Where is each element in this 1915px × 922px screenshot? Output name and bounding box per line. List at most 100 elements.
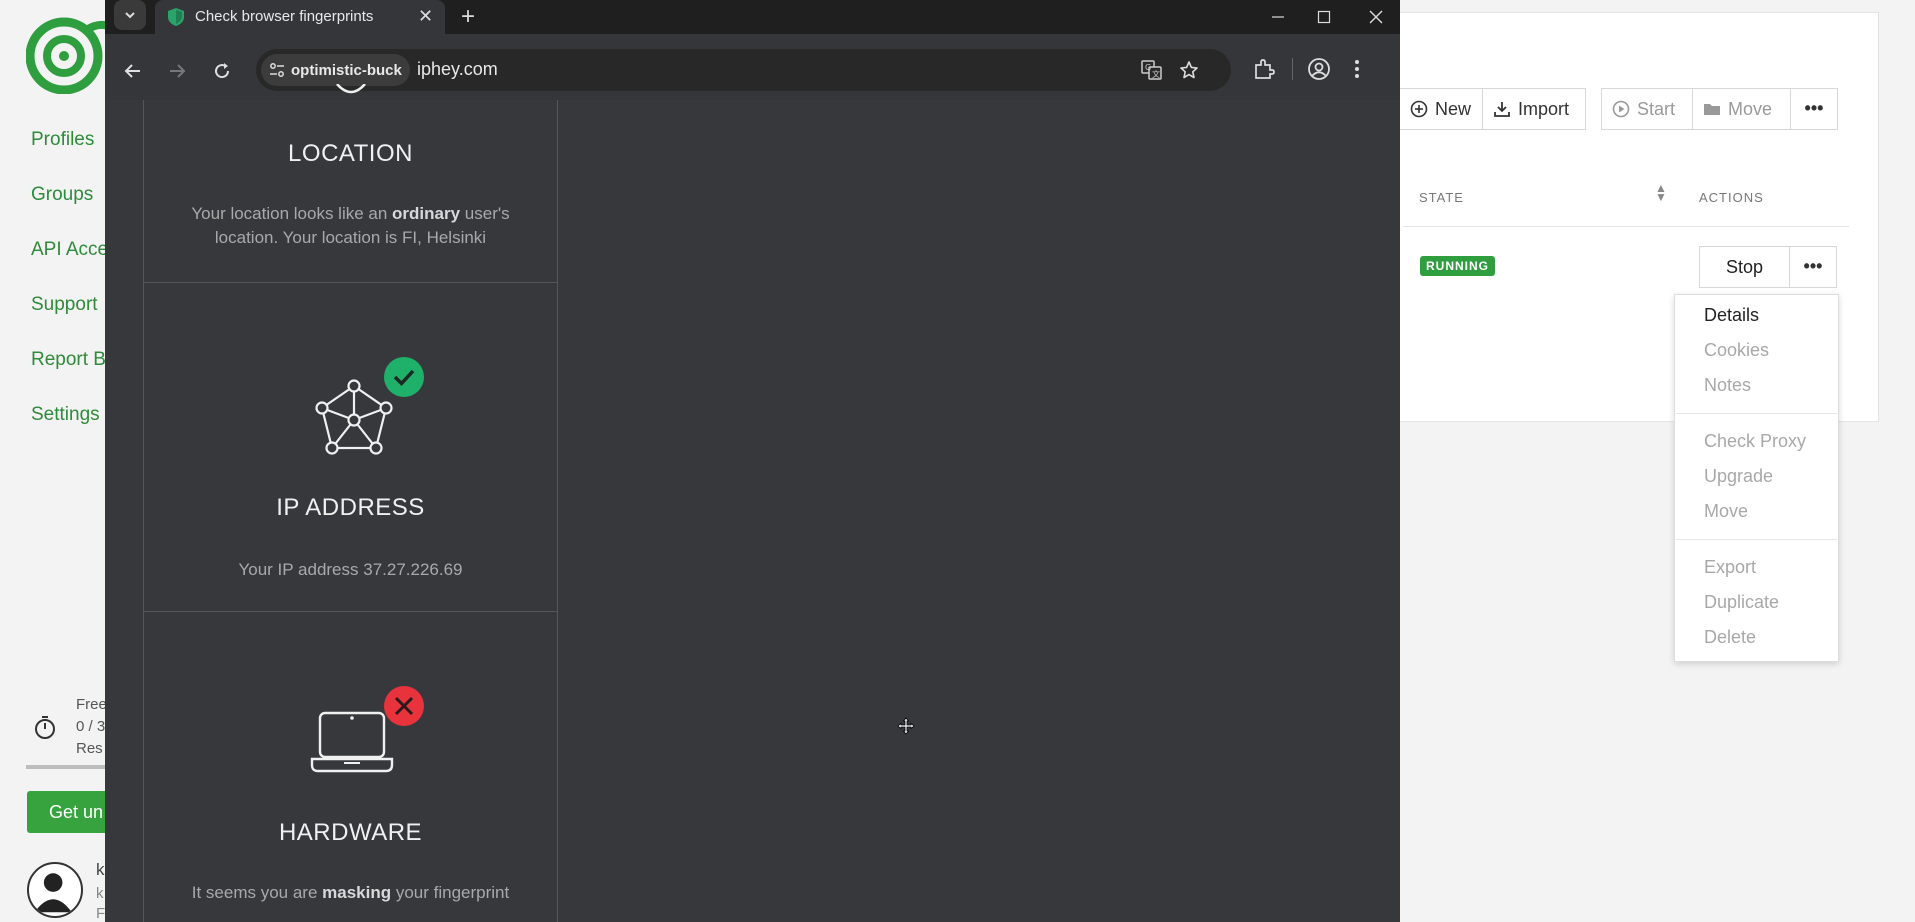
close-window-button[interactable] xyxy=(1353,0,1399,34)
fingerprint-cards: LOCATION Your location looks like an ord… xyxy=(143,84,558,922)
error-icon xyxy=(384,686,424,726)
menu-item-duplicate[interactable]: Duplicate xyxy=(1704,592,1779,613)
user-email: k xyxy=(96,885,104,902)
sidebar-item-support[interactable]: Support xyxy=(31,291,108,346)
quota-plan: Free xyxy=(76,696,107,713)
back-icon xyxy=(124,64,140,78)
sidebar-item-groups[interactable]: Groups xyxy=(31,181,108,236)
location-icon xyxy=(336,84,366,94)
extensions-icon[interactable] xyxy=(1253,58,1275,80)
site-info-chip[interactable]: optimistic-buck xyxy=(261,54,410,86)
check-icon xyxy=(384,357,424,397)
stopwatch-icon xyxy=(35,716,55,739)
ip-address-card: IP ADDRESS Your IP address 37.27.226.69 xyxy=(144,282,557,612)
menu-item-upgrade[interactable]: Upgrade xyxy=(1704,466,1773,487)
avatar[interactable] xyxy=(27,862,83,918)
title-bar: Check browser fingerprints ✕ + xyxy=(105,0,1400,34)
table-header-divider xyxy=(1403,226,1849,227)
location-description: Your location looks like an ordinary use… xyxy=(164,202,537,250)
tab-title: Check browser fingerprints xyxy=(195,8,374,25)
sidebar-item-api-access[interactable]: API Acce xyxy=(31,236,108,291)
toolbar-more-button[interactable]: ••• xyxy=(1790,88,1838,130)
location-desc-pre: Your location looks like an xyxy=(191,204,393,223)
sort-icon[interactable]: ▲ ▼ xyxy=(1655,182,1667,203)
site-chip-label: optimistic-buck xyxy=(291,61,402,79)
menu-icon[interactable] xyxy=(1353,58,1361,80)
start-button[interactable]: Start xyxy=(1601,88,1693,130)
menu-item-notes[interactable]: Notes xyxy=(1704,375,1751,396)
forward-icon xyxy=(170,64,186,78)
hardware-desc-pre: It seems you are xyxy=(191,883,323,902)
sidebar-item-profiles[interactable]: Profiles xyxy=(31,126,108,181)
quota-text: Free 0 / 3 Res xyxy=(76,694,107,760)
sidebar-nav: Profiles Groups API Acce Support Report … xyxy=(31,126,108,456)
new-label: New xyxy=(1435,98,1472,119)
maximize-button[interactable] xyxy=(1301,0,1347,34)
menu-item-details[interactable]: Details xyxy=(1704,305,1759,326)
move-button[interactable]: Move xyxy=(1692,88,1791,130)
tab-search-button[interactable] xyxy=(114,0,146,30)
maximize-icon xyxy=(1317,10,1331,24)
toolbar-divider xyxy=(1292,58,1293,80)
ip-address-title: IP ADDRESS xyxy=(276,494,425,521)
browser-window: Check browser fingerprints ✕ + optimisti… xyxy=(105,0,1400,922)
sidebar-item-settings[interactable]: Settings xyxy=(31,401,108,456)
menu-item-move[interactable]: Move xyxy=(1704,501,1748,522)
url-text: iphey.com xyxy=(417,59,498,79)
translate-icon[interactable]: G 文 xyxy=(1141,60,1163,80)
menu-item-cookies[interactable]: Cookies xyxy=(1704,340,1769,361)
hardware-description: It seems you are masking your fingerprin… xyxy=(164,881,537,905)
import-label: Import xyxy=(1518,98,1570,119)
new-profile-button[interactable]: New xyxy=(1399,88,1483,130)
forward-button[interactable] xyxy=(164,58,190,84)
reload-button[interactable] xyxy=(209,58,235,84)
reload-icon xyxy=(215,63,230,79)
menu-item-delete[interactable]: Delete xyxy=(1704,627,1756,648)
hardware-title: HARDWARE xyxy=(278,819,423,846)
start-label: Start xyxy=(1637,98,1676,119)
quota-reset: Res xyxy=(76,740,103,757)
menu-divider xyxy=(1676,539,1837,540)
move-label: Move xyxy=(1728,98,1773,119)
minimize-icon xyxy=(1272,16,1284,18)
hardware-desc-post: your fingerprint xyxy=(391,883,510,902)
address-bar[interactable]: optimistic-buck iphey.com G 文 xyxy=(256,49,1231,91)
user-plan: F xyxy=(96,905,106,922)
actions-column-header: ACTIONS xyxy=(1699,190,1764,205)
folder-icon xyxy=(1704,104,1720,115)
hardware-desc-bold: masking xyxy=(322,883,392,902)
profile-icon[interactable] xyxy=(1307,57,1331,81)
site-info-icon xyxy=(270,63,284,77)
status-badge: RUNNING xyxy=(1420,256,1495,276)
sidebar-item-report-bug[interactable]: Report B xyxy=(31,346,108,401)
play-circle-icon xyxy=(1612,100,1630,118)
tab-search-icon xyxy=(125,12,135,19)
hardware-card: HARDWARE It seems you are masking your f… xyxy=(144,611,557,922)
menu-item-export[interactable]: Export xyxy=(1704,557,1756,578)
close-icon[interactable]: ✕ xyxy=(418,6,433,27)
state-column-header: STATE xyxy=(1419,190,1464,205)
row-actions-menu: Details Cookies Notes Check Proxy Upgrad… xyxy=(1674,294,1839,662)
row-more-button[interactable]: ••• xyxy=(1789,246,1837,288)
user-name: k xyxy=(96,860,105,879)
minimize-button[interactable] xyxy=(1255,0,1301,34)
ip-address-description: Your IP address 37.27.226.69 xyxy=(238,560,463,579)
menu-item-check-proxy[interactable]: Check Proxy xyxy=(1704,431,1806,452)
import-button[interactable]: Import xyxy=(1482,88,1586,130)
plus-icon[interactable]: + xyxy=(461,3,475,31)
quota-count: 0 / 3 xyxy=(76,718,106,735)
svg-text:G: G xyxy=(1145,63,1151,72)
star-icon[interactable] xyxy=(1179,60,1199,80)
page-content: LOCATION Your location looks like an ord… xyxy=(105,84,1400,922)
back-button[interactable] xyxy=(120,58,146,84)
menu-divider xyxy=(1676,413,1837,414)
close-window-icon xyxy=(1369,10,1383,24)
location-title: LOCATION xyxy=(288,140,413,167)
active-tab[interactable]: Check browser fingerprints ✕ xyxy=(155,0,445,34)
download-icon xyxy=(1494,102,1510,117)
shield-favicon-icon xyxy=(168,8,184,26)
plus-circle-icon xyxy=(1410,100,1428,118)
location-card: LOCATION Your location looks like an ord… xyxy=(144,84,557,283)
svg-text:文: 文 xyxy=(1152,69,1160,79)
stop-button[interactable]: Stop xyxy=(1699,246,1790,288)
